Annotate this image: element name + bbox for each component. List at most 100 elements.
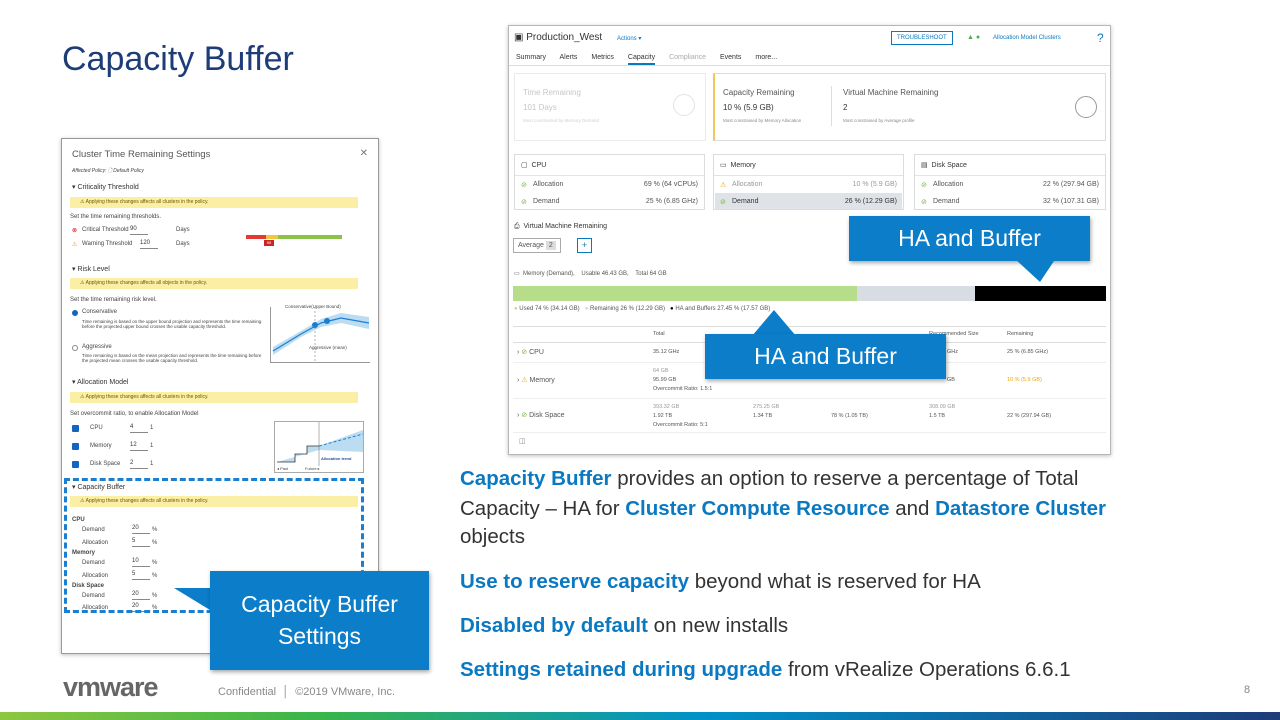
cpu-card-divider xyxy=(515,175,704,176)
allocation-model-clusters-link[interactable]: Allocation Model Clusters xyxy=(993,35,1061,41)
cap-remaining-note: Most constrained by Memory Allocation xyxy=(723,118,802,123)
threshold-warning-range xyxy=(266,235,278,239)
average-profile-chip[interactable]: Average 2 xyxy=(513,238,561,253)
tab-capacity[interactable]: Capacity xyxy=(627,54,656,65)
bullet-1-text-2a: Capacity – HA for xyxy=(460,497,626,520)
memory-checkbox[interactable] xyxy=(72,443,79,450)
warning-threshold-input[interactable]: 120 xyxy=(140,240,158,249)
cpu-demand-ok-icon: ⊘ xyxy=(521,199,527,206)
disk-label: Disk Space xyxy=(90,461,121,467)
bullet-2-text: beyond what is reserved for HA xyxy=(689,570,981,593)
object-name: Production_West xyxy=(526,32,603,43)
tab-events[interactable]: Events xyxy=(720,54,741,61)
row-disk-rec-a: 308.09 GB xyxy=(929,404,956,410)
cpu-label: CPU xyxy=(90,425,103,431)
warning-banner: ⚠ Applying these changes affects all clu… xyxy=(70,197,358,208)
close-icon[interactable]: ✕ xyxy=(360,148,368,159)
page-number: 8 xyxy=(1244,684,1251,696)
cpu-demand-label: Demand xyxy=(533,198,560,205)
cpu-demand-value: 25 % (6.85 GHz) xyxy=(645,198,698,205)
conservative-radio[interactable] xyxy=(72,310,78,316)
row-rule-2 xyxy=(513,398,1106,399)
risk-heading-label: Risk Level xyxy=(77,266,110,273)
disk-alloc-label: Allocation xyxy=(933,181,964,188)
bullet-4: Settings retained during upgrade from vR… xyxy=(460,656,1071,683)
disk-checkbox[interactable] xyxy=(72,461,79,468)
tab-bar: Summary Alerts Metrics Capacity Complian… xyxy=(516,54,789,65)
memory-card: ▭ Memory ⚠ Allocation 10 % (5.9 GB) ⊘ De… xyxy=(713,154,904,210)
tab-alerts[interactable]: Alerts xyxy=(560,54,578,61)
allocation-warning-banner: ⚠ Applying these changes affects all clu… xyxy=(70,392,358,403)
memory-card-title: ▭ Memory xyxy=(720,162,756,169)
time-remaining-card: Time Remaining 101 Days Most constrained… xyxy=(514,73,706,141)
row-memory-name: Memory xyxy=(529,377,555,384)
warning-text: Applying these changes affects all clust… xyxy=(85,199,209,205)
clock-icon xyxy=(673,94,695,116)
bullet-1-line-1: Capacity Buffer provides an option to re… xyxy=(460,465,1078,492)
time-remaining-note: Most constrained by Memory Demand xyxy=(523,118,600,123)
used-segment xyxy=(513,286,857,301)
cpu-ratio-input[interactable]: 4 xyxy=(130,424,148,433)
row-cpu-remaining: 25 % (6.85 GHz) xyxy=(1007,349,1048,355)
disk-demand-ok-icon: ⊘ xyxy=(921,199,927,206)
row-cpu-total: 35.12 GHz xyxy=(653,349,680,355)
tab-summary[interactable]: Summary xyxy=(516,54,546,61)
tab-compliance[interactable]: Compliance xyxy=(669,54,706,61)
memory-label: Memory xyxy=(90,443,112,449)
object-title: ▣ Production_West xyxy=(514,32,603,43)
risk-warning-text: Applying these changes affects all objec… xyxy=(85,280,208,286)
critical-threshold-input[interactable]: 90 xyxy=(130,226,148,235)
bullet-1-highlight-2: Cluster Compute Resource xyxy=(625,497,890,520)
disk-alloc-value: 22 % (297.94 GB) xyxy=(1042,181,1099,188)
bullet-1-highlight: Capacity Buffer xyxy=(460,467,612,490)
cpu-card: ▢ CPU ⊘ Allocation 69 % (64 vCPUs) ⊘ Dem… xyxy=(514,154,705,210)
column-toggle-icon[interactable]: ◫ xyxy=(519,437,526,445)
row-cpu[interactable]: › ⊘ CPU xyxy=(517,348,544,356)
bullet-3-text: on new installs xyxy=(647,614,789,637)
legend-remaining-dot: ● xyxy=(584,306,589,312)
aggressive-radio[interactable] xyxy=(72,345,78,351)
cpu-card-name: CPU xyxy=(531,162,547,169)
bullet-3: Disabled by default on new installs xyxy=(460,612,788,639)
memory-ratio-one: 1 xyxy=(150,443,154,449)
row-memory-warning-icon: ⚠ xyxy=(521,377,528,384)
troubleshoot-button[interactable]: TROUBLESHOOT xyxy=(891,31,953,45)
vm-remaining-note: Most constrained by Average profile xyxy=(843,118,915,123)
vm-remaining-value: 2 xyxy=(843,103,848,112)
threshold-critical-range xyxy=(246,235,266,239)
row-disk-col2-a: 275.25 GB xyxy=(753,404,780,410)
disk-demand-label: Demand xyxy=(933,198,960,205)
legend-used-dot: ● xyxy=(514,306,518,312)
disk-card: ▤ Disk Space ⊘ Allocation 22 % (297.94 G… xyxy=(914,154,1106,210)
health-icon: ▲ ● xyxy=(967,34,981,41)
ha-buffer-callout-top: HA and Buffer xyxy=(849,216,1090,261)
vm-remaining-section-label: Virtual Machine Remaining xyxy=(523,223,608,230)
help-icon[interactable]: ? xyxy=(1097,31,1104,45)
allocation-label: Set overcommit ratio, to enable Allocati… xyxy=(70,411,199,417)
row-memory-ratio: Overcommit Ratio: 1.5:1 xyxy=(653,386,713,392)
row-memory[interactable]: › ⚠ Memory xyxy=(517,376,555,384)
criticality-heading-label: Criticality Threshold xyxy=(77,184,139,191)
cpu-checkbox[interactable] xyxy=(72,425,79,432)
tab-metrics[interactable]: Metrics xyxy=(591,54,614,61)
tab-more[interactable]: more... xyxy=(755,54,777,61)
time-remaining-label: Time Remaining xyxy=(523,88,581,97)
bullet-1-line-2: Capacity – HA for Cluster Compute Resour… xyxy=(460,495,1106,522)
memory-ratio-input[interactable]: 12 xyxy=(130,442,148,451)
actions-menu[interactable]: Actions ▾ xyxy=(617,35,641,42)
bullet-2-highlight: Use to reserve capacity xyxy=(460,570,690,593)
row-disk-ok-icon: ⊘ xyxy=(521,412,528,419)
warning-icon: ⚠ xyxy=(72,242,78,248)
gauge-icon xyxy=(1075,96,1097,118)
bullet-4-text: from vRealize Operations 6.6.1 xyxy=(782,658,1071,681)
add-profile-button[interactable]: + xyxy=(577,238,592,253)
legend-remaining: Remaining 26 % (12.29 GB) xyxy=(589,306,666,312)
row-disk[interactable]: › ⊘ Disk Space xyxy=(517,411,565,419)
threshold-slider[interactable]: 90 xyxy=(246,235,342,246)
time-remaining-value: 101 Days xyxy=(523,103,557,112)
cpu-alloc-label: Allocation xyxy=(533,181,564,188)
disk-ratio-input[interactable]: 2 xyxy=(130,460,148,469)
col-total: Total xyxy=(653,331,665,337)
allocation-warning-text: Applying these changes affects all clust… xyxy=(85,394,209,400)
allocation-chart: Allocation trend ◂ Past Future ▸ xyxy=(274,421,364,473)
